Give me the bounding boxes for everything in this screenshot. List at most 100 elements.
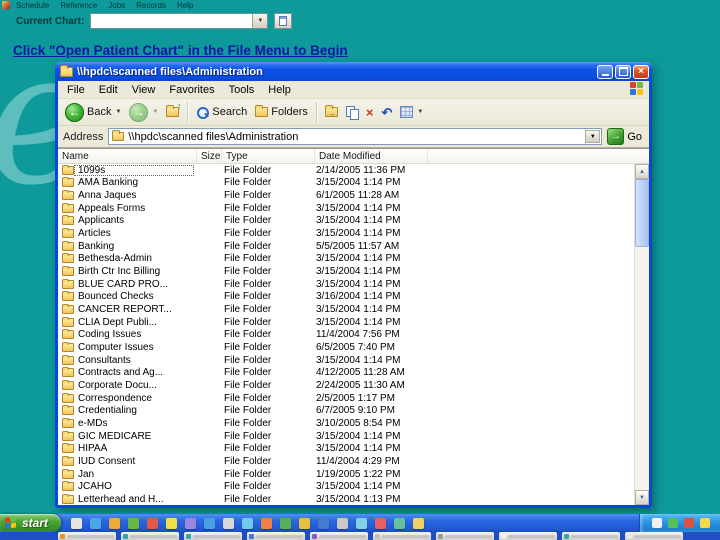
file-row[interactable]: BLUE CARD PRO... File Folder 3/15/2004 1:1… [58, 278, 634, 291]
taskbar-window-button[interactable] [247, 532, 305, 540]
taskbar-window-button[interactable] [562, 532, 620, 540]
views-button[interactable]: ▼ [397, 104, 426, 120]
up-button[interactable] [163, 101, 182, 119]
address-dropdown-icon[interactable]: ▼ [585, 130, 601, 143]
file-row[interactable]: Articles File Folder 3/15/2004 1:14 PM [58, 227, 634, 240]
taskbar-quick-icon[interactable] [166, 517, 178, 529]
taskbar-quick-icon[interactable] [71, 517, 83, 529]
file-row[interactable]: Banking File Folder 5/5/2005 11:57 AM [58, 240, 634, 253]
app-menu-item[interactable]: Jobs [108, 1, 125, 10]
chevron-down-icon[interactable]: ▼ [252, 14, 268, 28]
file-row[interactable]: Appeals Forms File Folder 3/15/2004 1:14 P… [58, 202, 634, 215]
file-row[interactable]: IUD Consent File Folder 11/4/2004 4:29 PM [58, 455, 634, 468]
file-row[interactable]: Contracts and Ag... File Folder 4/12/2005 … [58, 367, 634, 380]
taskbar-quick-icon[interactable] [337, 517, 349, 529]
file-row[interactable]: Coding Issues File Folder 11/4/2004 7:56 P… [58, 329, 634, 342]
chart-tool-button[interactable] [274, 13, 293, 29]
file-row[interactable]: Bounced Checks File Folder 3/16/2004 1:14 … [58, 291, 634, 304]
file-row[interactable]: AMA Banking File Folder 3/15/2004 1:14 PM [58, 177, 634, 190]
tray-icon[interactable] [700, 518, 710, 528]
file-row[interactable]: Correspondence File Folder 2/5/2005 1:17 P… [58, 392, 634, 405]
forward-dropdown-icon[interactable]: ▼ [152, 109, 158, 115]
taskbar-window-button[interactable] [310, 532, 368, 540]
menu-favorites[interactable]: Favorites [162, 83, 221, 97]
undo-button[interactable]: ↶ [379, 104, 396, 121]
file-row[interactable]: GIC MEDICARE File Folder 3/15/2004 1:14 PM [58, 430, 634, 443]
column-header-size[interactable]: Size [197, 149, 222, 163]
menu-tools[interactable]: Tools [222, 83, 262, 97]
taskbar-window-button[interactable] [184, 532, 242, 540]
taskbar-quick-icon[interactable] [261, 517, 273, 529]
column-header-name[interactable]: Name [58, 149, 197, 163]
app-menu-item[interactable]: Help [177, 1, 193, 10]
taskbar-quick-icon[interactable] [318, 517, 330, 529]
taskbar-window-button[interactable] [625, 532, 683, 540]
file-row[interactable]: JCAHO File Folder 3/15/2004 1:14 PM [58, 480, 634, 493]
taskbar-quick-icon[interactable] [413, 517, 425, 529]
move-to-button[interactable] [322, 105, 341, 119]
vertical-scrollbar[interactable]: ▲ ▼ [634, 164, 649, 505]
menu-view[interactable]: View [125, 83, 163, 97]
file-row[interactable]: Birth Ctr Inc Billing File Folder 3/15/200… [58, 265, 634, 278]
taskbar-quick-icon[interactable] [299, 517, 311, 529]
taskbar-quick-icon[interactable] [242, 517, 254, 529]
taskbar-window-button[interactable] [121, 532, 179, 540]
file-row[interactable]: Bethesda-Admin File Folder 3/15/2004 1:14 … [58, 253, 634, 266]
taskbar-quick-icon[interactable] [356, 517, 368, 529]
current-chart-combobox[interactable]: ▼ [90, 13, 269, 29]
copy-to-button[interactable] [343, 104, 361, 121]
close-button[interactable]: × [633, 64, 649, 79]
scrollbar-thumb[interactable] [635, 179, 649, 247]
taskbar-quick-icon[interactable] [223, 517, 235, 529]
tray-icon[interactable] [652, 518, 662, 528]
app-menu-item[interactable]: Schedule [16, 1, 49, 10]
forward-button[interactable]: → ▼ [126, 101, 161, 124]
back-button[interactable]: ← Back ▼ [62, 101, 124, 124]
start-button[interactable]: start [0, 514, 62, 532]
search-button[interactable]: Search [193, 104, 250, 121]
app-menu-item[interactable]: Records [136, 1, 166, 10]
file-row[interactable]: Applicants File Folder 3/15/2004 1:14 PM [58, 215, 634, 228]
back-dropdown-icon[interactable]: ▼ [115, 109, 121, 115]
taskbar-quick-icon[interactable] [394, 517, 406, 529]
scroll-down-icon[interactable]: ▼ [635, 490, 649, 505]
scroll-up-icon[interactable]: ▲ [635, 164, 649, 179]
taskbar-window-button[interactable] [436, 532, 494, 540]
tray-icon[interactable] [684, 518, 694, 528]
views-dropdown-icon[interactable]: ▼ [417, 109, 423, 115]
taskbar-quick-icon[interactable] [280, 517, 292, 529]
taskbar-quick-icon[interactable] [109, 517, 121, 529]
go-button[interactable]: → Go [607, 128, 644, 145]
taskbar-window-button[interactable] [373, 532, 431, 540]
taskbar-quick-icon[interactable] [147, 517, 159, 529]
taskbar-window-button[interactable] [58, 532, 116, 540]
menu-file[interactable]: File [60, 83, 92, 97]
file-row[interactable]: Computer Issues File Folder 6/5/2005 7:40 … [58, 341, 634, 354]
tray-icon[interactable] [668, 518, 678, 528]
menu-edit[interactable]: Edit [92, 83, 125, 97]
title-bar[interactable]: \\hpdc\scanned files\Administration × [55, 62, 652, 81]
taskbar-quick-icon[interactable] [128, 517, 140, 529]
taskbar-quick-icon[interactable] [204, 517, 216, 529]
file-row[interactable]: 1099s File Folder 2/14/2005 11:36 PM [58, 164, 634, 177]
maximize-button[interactable] [615, 64, 631, 79]
column-header-date-modified[interactable]: Date Modified [315, 149, 428, 163]
taskbar-quick-icon[interactable] [375, 517, 387, 529]
file-row[interactable]: Letterhead and H... File Folder 3/15/2004 … [58, 493, 634, 505]
file-row[interactable]: Consultants File Folder 3/15/2004 1:14 PM [58, 354, 634, 367]
file-row[interactable]: Anna Jaques File Folder 6/1/2005 11:28 AM [58, 189, 634, 202]
delete-button[interactable]: × [363, 104, 377, 121]
minimize-button[interactable] [597, 64, 613, 79]
menu-help[interactable]: Help [261, 83, 298, 97]
file-row[interactable]: e-MDs File Folder 3/10/2005 8:54 PM [58, 417, 634, 430]
taskbar-quick-icon[interactable] [90, 517, 102, 529]
file-row[interactable]: HIPAA File Folder 3/15/2004 1:14 PM [58, 442, 634, 455]
file-row[interactable]: Corporate Docu... File Folder 2/24/2005 11… [58, 379, 634, 392]
file-row[interactable]: CLIA Dept Publi... File Folder 3/15/2004 1… [58, 316, 634, 329]
folders-button[interactable]: Folders [252, 104, 311, 120]
file-row[interactable]: Credentialing File Folder 6/7/2005 9:10 PM [58, 404, 634, 417]
file-row[interactable]: CANCER REPORT... File Folder 3/15/2004 1:1… [58, 303, 634, 316]
column-header-type[interactable]: Type [222, 149, 315, 163]
taskbar-quick-icon[interactable] [185, 517, 197, 529]
file-row[interactable]: Jan File Folder 1/19/2005 1:22 PM [58, 468, 634, 481]
